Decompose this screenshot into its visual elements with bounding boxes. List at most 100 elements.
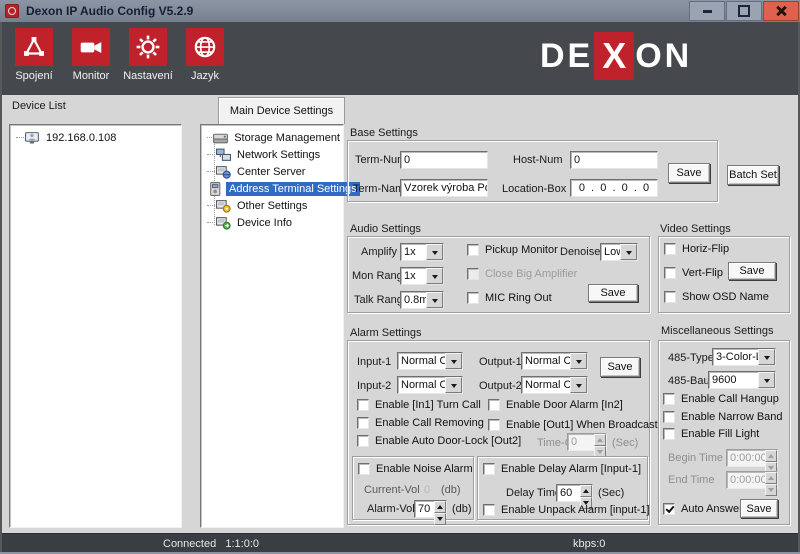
base-save-button[interactable]: Save	[668, 163, 710, 183]
maximize-button[interactable]	[726, 1, 762, 21]
audio-save-button[interactable]: Save	[588, 284, 638, 302]
spin-up-icon[interactable]	[434, 501, 446, 513]
enable-in1-turn-call-checkbox[interactable]: Enable [In1] Turn Call	[357, 399, 481, 411]
485-baud-select[interactable]: 9600	[708, 371, 776, 389]
mic-ring-out-checkbox[interactable]: MIC Ring Out	[467, 292, 552, 304]
show-osd-name-checkbox[interactable]: Show OSD Name	[664, 291, 769, 303]
host-num-label: Host-Num	[513, 154, 563, 166]
denoise-select[interactable]: Low	[600, 243, 638, 261]
delay-time-unit: (Sec)	[598, 487, 624, 499]
misc-save-button[interactable]: Save	[740, 499, 778, 518]
tree-item-label: Other Settings	[234, 199, 310, 213]
combo-value: Normal Close	[522, 377, 570, 393]
checkbox-box	[664, 267, 676, 279]
spin-up-icon[interactable]	[580, 485, 592, 497]
settings-toolbar-button[interactable]	[129, 28, 167, 66]
dropdown-arrow-icon[interactable]	[445, 353, 462, 369]
toolbar-label-monitor: Monitor	[61, 70, 121, 82]
tree-item-center-server[interactable]: Center Server	[201, 163, 343, 180]
minimize-button[interactable]	[689, 1, 725, 21]
pickup-monitor-checkbox[interactable]: Pickup Monitor	[467, 244, 558, 256]
dropdown-arrow-icon[interactable]	[426, 244, 443, 260]
dropdown-arrow-icon[interactable]	[570, 377, 587, 393]
tree-item-address-terminal-settings[interactable]: Address Terminal Settings	[201, 180, 343, 197]
enable-auto-door-lock-checkbox[interactable]: Enable Auto Door-Lock [Out2]	[357, 435, 521, 447]
checkbox-label: Show OSD Name	[682, 291, 769, 303]
dropdown-arrow-icon[interactable]	[570, 353, 587, 369]
enable-call-removing-checkbox[interactable]: Enable Call Removing	[357, 417, 484, 429]
checkbox-box	[467, 292, 479, 304]
enable-unpack-alarm-checkbox[interactable]: Enable Unpack Alarm [input-1]	[483, 504, 650, 516]
status-bar: Connected 1:1:0:0 kbps:0	[0, 533, 800, 554]
gear-icon	[135, 34, 161, 60]
close-button[interactable]	[763, 1, 799, 21]
alarm-vol-spinner[interactable]: 70	[414, 500, 447, 518]
tree-item-label: Network Settings	[234, 148, 323, 162]
tree-item-storage-management[interactable]: Storage Management	[201, 129, 343, 146]
spin-down-icon[interactable]	[434, 513, 446, 525]
enable-out1-broadcast-checkbox[interactable]: Enable [Out1] When Broadcast	[488, 419, 658, 431]
spinner-buttons[interactable]	[434, 501, 446, 517]
batch-set-button[interactable]: Batch Set	[727, 165, 779, 185]
checkbox-box	[663, 411, 675, 423]
mon-range-select[interactable]: 1x	[400, 267, 444, 285]
close-icon	[776, 6, 786, 16]
output1-select[interactable]: Normal Close	[521, 352, 588, 370]
checkbox-box	[357, 417, 369, 429]
location-box-ip-field[interactable]: 0 . 0 . 0 . 0	[570, 179, 658, 197]
dropdown-arrow-icon[interactable]	[620, 244, 637, 260]
amplify-label: Amplify	[361, 246, 397, 258]
enable-call-hangup-checkbox[interactable]: Enable Call Hangup	[663, 393, 779, 405]
connect-toolbar-button[interactable]	[15, 28, 53, 66]
output2-select[interactable]: Normal Close	[521, 376, 588, 394]
horiz-flip-checkbox[interactable]: Horiz-Flip	[664, 243, 729, 255]
maximize-icon	[738, 5, 750, 17]
dropdown-arrow-icon[interactable]	[758, 372, 775, 388]
tab-main-device-settings[interactable]: Main Device Settings	[218, 97, 345, 124]
tree-item-network-settings[interactable]: Network Settings	[201, 146, 343, 163]
tree-item-label: Storage Management	[231, 131, 343, 145]
auto-answer-checkbox[interactable]: Auto Answer	[663, 503, 743, 515]
enable-noise-alarm-checkbox[interactable]: Enable Noise Alarm	[358, 463, 473, 475]
host-num-field[interactable]: 0	[570, 151, 658, 169]
enable-fill-light-checkbox[interactable]: Enable Fill Light	[663, 428, 759, 440]
close-big-amplifier-checkbox: Close Big Amplifier	[467, 268, 577, 280]
time-out-unit: (Sec)	[612, 437, 638, 449]
tree-expander[interactable]	[16, 137, 24, 138]
input2-select[interactable]: Normal Open	[397, 376, 463, 394]
tree-stub	[207, 222, 215, 223]
dropdown-arrow-icon[interactable]	[758, 349, 775, 365]
term-name-field[interactable]: Vzorek výroba PoE + a	[400, 179, 488, 197]
enable-narrow-band-checkbox[interactable]: Enable Narrow Band	[663, 411, 783, 423]
video-camera-icon	[78, 34, 104, 60]
checkbox-label: Enable Door Alarm [In2]	[506, 399, 623, 411]
input1-select[interactable]: Normal Open	[397, 352, 463, 370]
output2-label: Output-2	[479, 380, 522, 392]
spinner-value: 0:00:00	[727, 450, 765, 466]
485-type-select[interactable]: 3-Color-Light	[712, 348, 776, 366]
alarm-save-button[interactable]: Save	[600, 357, 640, 377]
dropdown-arrow-icon[interactable]	[445, 377, 462, 393]
video-save-button[interactable]: Save	[728, 262, 776, 280]
combo-value: 1x	[401, 244, 426, 260]
spinner-buttons[interactable]	[580, 485, 592, 501]
tree-item-device-info[interactable]: Device Info	[201, 214, 343, 231]
talk-range-select[interactable]: 0.8m	[400, 291, 444, 309]
enable-delay-alarm-checkbox[interactable]: Enable Delay Alarm [Input-1]	[483, 463, 641, 475]
tree-stub	[207, 171, 215, 172]
language-toolbar-button[interactable]	[186, 28, 224, 66]
monitor-toolbar-button[interactable]	[72, 28, 110, 66]
dropdown-arrow-icon[interactable]	[426, 268, 443, 284]
tree-item-other-settings[interactable]: Other Settings	[201, 197, 343, 214]
device-tree-item[interactable]: 192.168.0.108	[10, 129, 181, 146]
server-icon	[216, 165, 231, 179]
titlebar[interactable]: Dexon IP Audio Config V5.2.9	[0, 0, 800, 22]
enable-door-alarm-checkbox[interactable]: Enable Door Alarm [In2]	[488, 399, 623, 411]
vert-flip-checkbox[interactable]: Vert-Flip	[664, 267, 723, 279]
term-num-field[interactable]: 0	[400, 151, 488, 169]
amplify-select[interactable]: 1x	[400, 243, 444, 261]
dropdown-arrow-icon[interactable]	[426, 292, 443, 308]
tree-item-label: Address Terminal Settings	[226, 182, 360, 196]
delay-time-spinner[interactable]: 60	[556, 484, 593, 502]
connection-status: Connected 1:1:0:0	[163, 538, 259, 550]
